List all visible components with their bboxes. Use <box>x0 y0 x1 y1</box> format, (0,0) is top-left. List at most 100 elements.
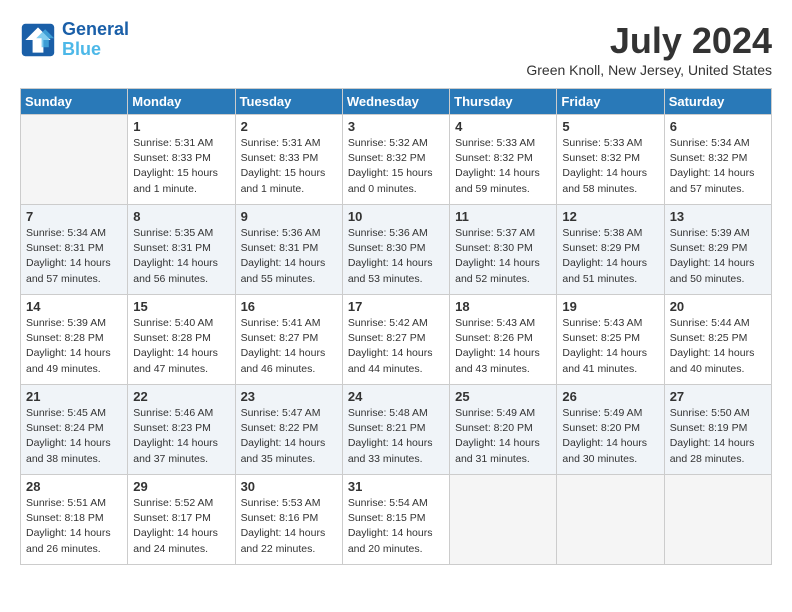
day-number: 15 <box>133 299 229 314</box>
day-number: 8 <box>133 209 229 224</box>
calendar-cell: 23 Sunrise: 5:47 AM Sunset: 8:22 PM Dayli… <box>235 385 342 475</box>
day-detail: Sunrise: 5:43 AM Sunset: 8:26 PM Dayligh… <box>455 316 551 377</box>
day-detail: Sunrise: 5:54 AM Sunset: 8:15 PM Dayligh… <box>348 496 444 557</box>
calendar-cell: 31 Sunrise: 5:54 AM Sunset: 8:15 PM Dayli… <box>342 475 449 565</box>
day-detail: Sunrise: 5:39 AM Sunset: 8:28 PM Dayligh… <box>26 316 122 377</box>
logo-text: General Blue <box>62 20 129 60</box>
day-detail: Sunrise: 5:36 AM Sunset: 8:31 PM Dayligh… <box>241 226 337 287</box>
day-number: 28 <box>26 479 122 494</box>
day-number: 5 <box>562 119 658 134</box>
day-detail: Sunrise: 5:48 AM Sunset: 8:21 PM Dayligh… <box>348 406 444 467</box>
logo-icon <box>20 22 56 58</box>
day-detail: Sunrise: 5:53 AM Sunset: 8:16 PM Dayligh… <box>241 496 337 557</box>
day-number: 14 <box>26 299 122 314</box>
day-number: 20 <box>670 299 766 314</box>
day-number: 18 <box>455 299 551 314</box>
calendar-cell: 15 Sunrise: 5:40 AM Sunset: 8:28 PM Dayli… <box>128 295 235 385</box>
day-number: 17 <box>348 299 444 314</box>
day-number: 25 <box>455 389 551 404</box>
calendar-cell: 9 Sunrise: 5:36 AM Sunset: 8:31 PM Daylig… <box>235 205 342 295</box>
day-detail: Sunrise: 5:36 AM Sunset: 8:30 PM Dayligh… <box>348 226 444 287</box>
week-row-2: 7Sunrise: 5:34 AM Sunset: 8:31 PM Daylig… <box>21 205 772 295</box>
day-number: 23 <box>241 389 337 404</box>
day-number: 1 <box>133 119 229 134</box>
calendar-cell: 17 Sunrise: 5:42 AM Sunset: 8:27 PM Dayli… <box>342 295 449 385</box>
day-detail: Sunrise: 5:41 AM Sunset: 8:27 PM Dayligh… <box>241 316 337 377</box>
day-number: 27 <box>670 389 766 404</box>
day-number: 11 <box>455 209 551 224</box>
weekday-header-monday: Monday <box>128 89 235 115</box>
calendar-cell: 18 Sunrise: 5:43 AM Sunset: 8:26 PM Dayli… <box>450 295 557 385</box>
title-area: July 2024 Green Knoll, New Jersey, Unite… <box>526 20 772 78</box>
calendar-cell <box>664 475 771 565</box>
calendar-cell: 7Sunrise: 5:34 AM Sunset: 8:31 PM Daylig… <box>21 205 128 295</box>
calendar-cell <box>21 115 128 205</box>
day-number: 3 <box>348 119 444 134</box>
day-detail: Sunrise: 5:33 AM Sunset: 8:32 PM Dayligh… <box>562 136 658 197</box>
calendar-cell: 25 Sunrise: 5:49 AM Sunset: 8:20 PM Dayli… <box>450 385 557 475</box>
calendar-cell: 22Sunrise: 5:46 AM Sunset: 8:23 PM Dayli… <box>128 385 235 475</box>
day-detail: Sunrise: 5:46 AM Sunset: 8:23 PM Dayligh… <box>133 406 229 467</box>
calendar-cell: 16 Sunrise: 5:41 AM Sunset: 8:27 PM Dayli… <box>235 295 342 385</box>
calendar-cell: 26Sunrise: 5:49 AM Sunset: 8:20 PM Dayli… <box>557 385 664 475</box>
day-detail: Sunrise: 5:44 AM Sunset: 8:25 PM Dayligh… <box>670 316 766 377</box>
calendar-cell: 14 Sunrise: 5:39 AM Sunset: 8:28 PM Dayli… <box>21 295 128 385</box>
calendar-cell: 21 Sunrise: 5:45 AM Sunset: 8:24 PM Dayli… <box>21 385 128 475</box>
weekday-header-friday: Friday <box>557 89 664 115</box>
calendar-cell: 8Sunrise: 5:35 AM Sunset: 8:31 PM Daylig… <box>128 205 235 295</box>
day-detail: Sunrise: 5:49 AM Sunset: 8:20 PM Dayligh… <box>562 406 658 467</box>
calendar-table: SundayMondayTuesdayWednesdayThursdayFrid… <box>20 88 772 565</box>
day-detail: Sunrise: 5:34 AM Sunset: 8:31 PM Dayligh… <box>26 226 122 287</box>
calendar-cell: 5 Sunrise: 5:33 AM Sunset: 8:32 PM Daylig… <box>557 115 664 205</box>
day-detail: Sunrise: 5:40 AM Sunset: 8:28 PM Dayligh… <box>133 316 229 377</box>
day-number: 12 <box>562 209 658 224</box>
weekday-header-wednesday: Wednesday <box>342 89 449 115</box>
calendar-cell: 4 Sunrise: 5:33 AM Sunset: 8:32 PM Daylig… <box>450 115 557 205</box>
calendar-cell <box>557 475 664 565</box>
calendar-cell: 27Sunrise: 5:50 AM Sunset: 8:19 PM Dayli… <box>664 385 771 475</box>
calendar-cell: 24 Sunrise: 5:48 AM Sunset: 8:21 PM Dayli… <box>342 385 449 475</box>
day-number: 21 <box>26 389 122 404</box>
day-number: 24 <box>348 389 444 404</box>
day-detail: Sunrise: 5:39 AM Sunset: 8:29 PM Dayligh… <box>670 226 766 287</box>
calendar-cell: 3 Sunrise: 5:32 AM Sunset: 8:32 PM Daylig… <box>342 115 449 205</box>
day-detail: Sunrise: 5:37 AM Sunset: 8:30 PM Dayligh… <box>455 226 551 287</box>
calendar-cell: 29Sunrise: 5:52 AM Sunset: 8:17 PM Dayli… <box>128 475 235 565</box>
day-detail: Sunrise: 5:31 AM Sunset: 8:33 PM Dayligh… <box>241 136 337 197</box>
week-row-4: 21 Sunrise: 5:45 AM Sunset: 8:24 PM Dayli… <box>21 385 772 475</box>
calendar-subtitle: Green Knoll, New Jersey, United States <box>526 62 772 78</box>
day-detail: Sunrise: 5:33 AM Sunset: 8:32 PM Dayligh… <box>455 136 551 197</box>
day-number: 4 <box>455 119 551 134</box>
calendar-cell: 1Sunrise: 5:31 AM Sunset: 8:33 PM Daylig… <box>128 115 235 205</box>
calendar-cell: 30Sunrise: 5:53 AM Sunset: 8:16 PM Dayli… <box>235 475 342 565</box>
week-row-5: 28 Sunrise: 5:51 AM Sunset: 8:18 PM Dayli… <box>21 475 772 565</box>
day-detail: Sunrise: 5:45 AM Sunset: 8:24 PM Dayligh… <box>26 406 122 467</box>
day-detail: Sunrise: 5:42 AM Sunset: 8:27 PM Dayligh… <box>348 316 444 377</box>
day-detail: Sunrise: 5:51 AM Sunset: 8:18 PM Dayligh… <box>26 496 122 557</box>
day-detail: Sunrise: 5:32 AM Sunset: 8:32 PM Dayligh… <box>348 136 444 197</box>
weekday-header-saturday: Saturday <box>664 89 771 115</box>
calendar-cell: 2Sunrise: 5:31 AM Sunset: 8:33 PM Daylig… <box>235 115 342 205</box>
day-number: 16 <box>241 299 337 314</box>
calendar-title: July 2024 <box>526 20 772 62</box>
calendar-cell: 6 Sunrise: 5:34 AM Sunset: 8:32 PM Daylig… <box>664 115 771 205</box>
calendar-cell: 13 Sunrise: 5:39 AM Sunset: 8:29 PM Dayli… <box>664 205 771 295</box>
weekday-header-tuesday: Tuesday <box>235 89 342 115</box>
day-detail: Sunrise: 5:49 AM Sunset: 8:20 PM Dayligh… <box>455 406 551 467</box>
day-number: 9 <box>241 209 337 224</box>
calendar-cell: 12 Sunrise: 5:38 AM Sunset: 8:29 PM Dayli… <box>557 205 664 295</box>
day-detail: Sunrise: 5:34 AM Sunset: 8:32 PM Dayligh… <box>670 136 766 197</box>
day-number: 6 <box>670 119 766 134</box>
day-detail: Sunrise: 5:47 AM Sunset: 8:22 PM Dayligh… <box>241 406 337 467</box>
day-detail: Sunrise: 5:38 AM Sunset: 8:29 PM Dayligh… <box>562 226 658 287</box>
calendar-cell: 19Sunrise: 5:43 AM Sunset: 8:25 PM Dayli… <box>557 295 664 385</box>
weekday-header-thursday: Thursday <box>450 89 557 115</box>
day-number: 31 <box>348 479 444 494</box>
calendar-cell: 11 Sunrise: 5:37 AM Sunset: 8:30 PM Dayli… <box>450 205 557 295</box>
day-number: 10 <box>348 209 444 224</box>
calendar-cell: 28 Sunrise: 5:51 AM Sunset: 8:18 PM Dayli… <box>21 475 128 565</box>
day-number: 13 <box>670 209 766 224</box>
calendar-cell: 20 Sunrise: 5:44 AM Sunset: 8:25 PM Dayli… <box>664 295 771 385</box>
page-header: General Blue July 2024 Green Knoll, New … <box>20 20 772 78</box>
logo: General Blue <box>20 20 129 60</box>
